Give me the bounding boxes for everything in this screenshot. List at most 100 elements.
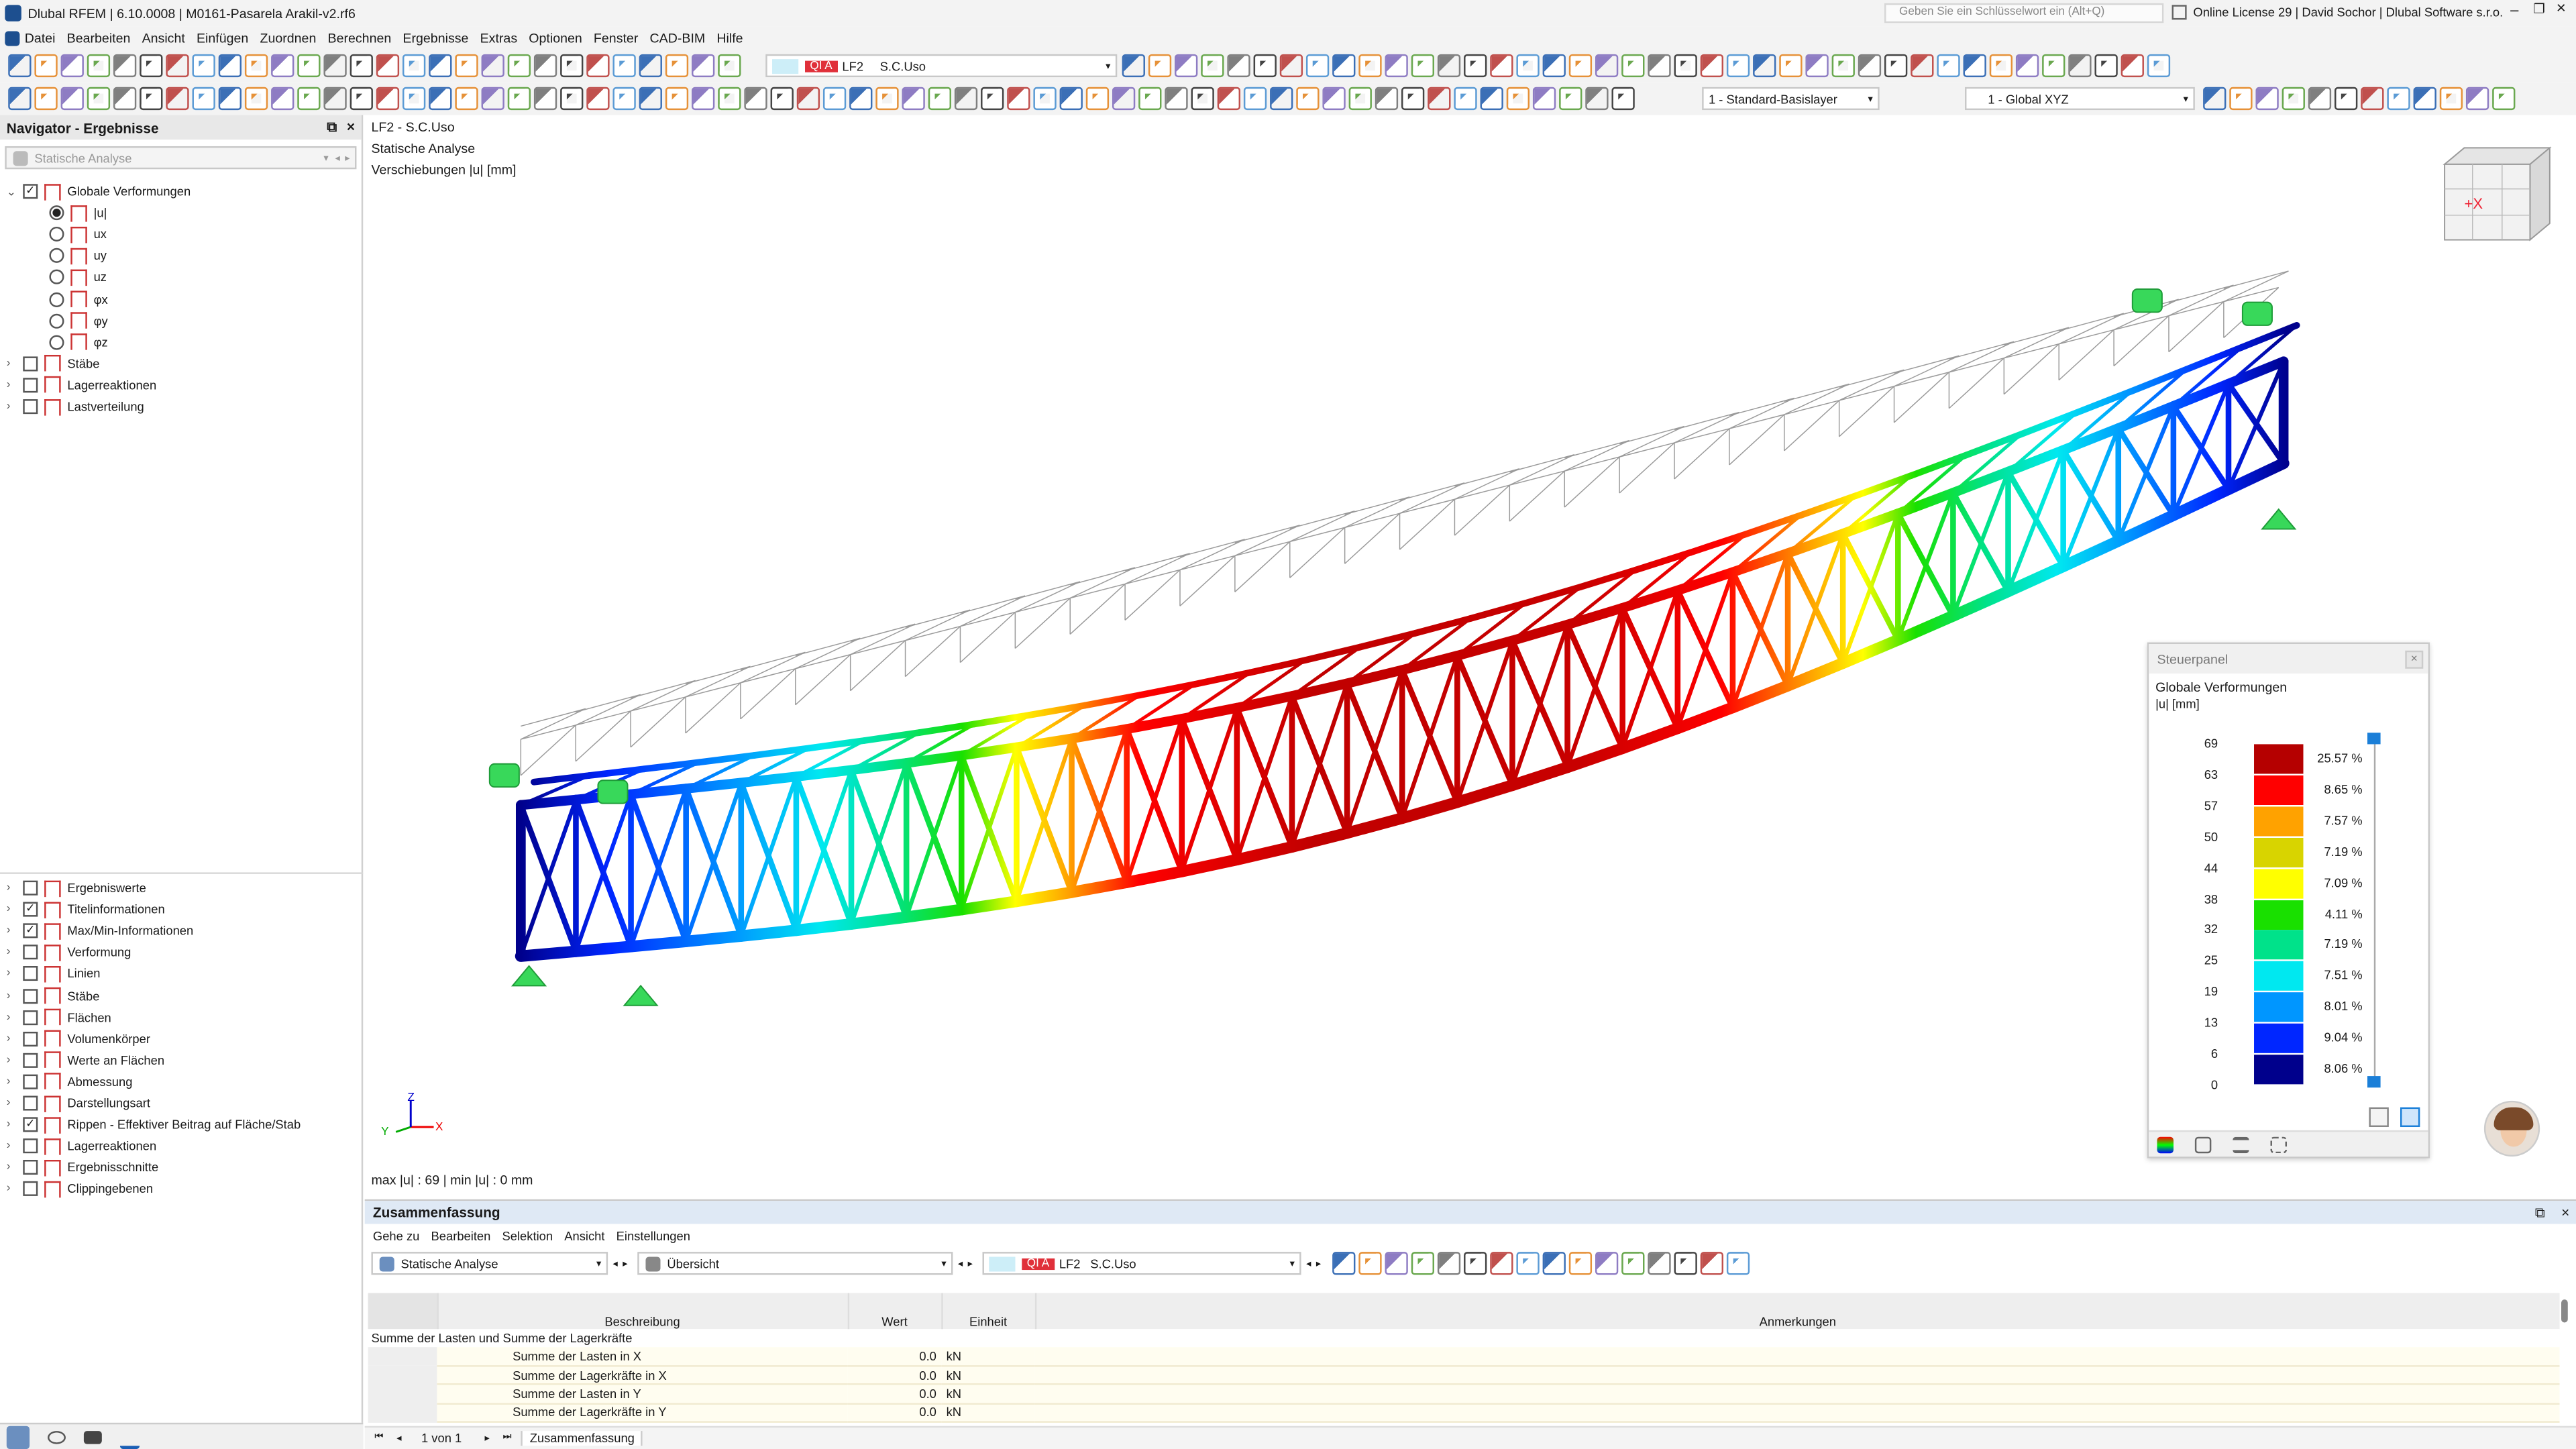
- tree-item-9-a[interactable]: › Lagerreaktionen: [7, 374, 156, 396]
- chevron-right-icon[interactable]: ›: [7, 1140, 20, 1152]
- toolbar2-button-25[interactable]: [639, 87, 662, 111]
- toolbar1b-button-33[interactable]: [1963, 54, 1986, 78]
- toolbar2-button-46[interactable]: [1191, 87, 1214, 111]
- minimize-button[interactable]: –: [2510, 1, 2518, 17]
- column-header-value[interactable]: Wert: [847, 1293, 943, 1330]
- toolbar2-button-27[interactable]: [692, 87, 715, 111]
- toolbar1-button-25[interactable]: [639, 54, 662, 78]
- summary-toolbar-button-10[interactable]: [1569, 1252, 1593, 1275]
- tree-item-0-b[interactable]: › Ergebniswerte: [7, 877, 146, 899]
- tree-item-6-b[interactable]: › Flächen: [7, 1006, 111, 1028]
- toolbar1b-button-28[interactable]: [1831, 54, 1855, 78]
- menu-app-icon[interactable]: [5, 30, 20, 46]
- toolbar1b-button-39[interactable]: [2121, 54, 2144, 78]
- toolbar1-button-5[interactable]: [113, 54, 137, 78]
- summary-toolbar-button-3[interactable]: [1385, 1252, 1409, 1275]
- toolbar2-button-54[interactable]: [1401, 87, 1425, 111]
- tree-item-5-b[interactable]: › Stäbe: [7, 985, 99, 1006]
- summary-toolbar-button-1[interactable]: [1332, 1252, 1356, 1275]
- summary-lc-select[interactable]: QI A LF2 S.C.Uso ▾: [982, 1252, 1301, 1275]
- checkbox[interactable]: ✓: [23, 184, 38, 199]
- tree-item-10-a[interactable]: › Lastverteilung: [7, 396, 144, 417]
- summary-toolbar-button-6[interactable]: [1464, 1252, 1487, 1275]
- toolbar1-button-27[interactable]: [692, 54, 715, 78]
- checkbox[interactable]: [23, 1053, 38, 1068]
- toolbar2-button-8[interactable]: [192, 87, 215, 111]
- close-icon[interactable]: ×: [2561, 1204, 2569, 1220]
- toolbar1b-button-29[interactable]: [1858, 54, 1882, 78]
- summary-toolbar-button-12[interactable]: [1621, 1252, 1645, 1275]
- toolbar1-button-16[interactable]: [402, 54, 426, 78]
- radio-item-1-a[interactable]: |u|: [49, 202, 107, 223]
- toolbar1b-button-5[interactable]: [1227, 54, 1250, 78]
- toolbar1-button-1[interactable]: [8, 54, 32, 78]
- table-row[interactable]: Summe der Lagerkräfte in X 0.0 kN: [368, 1366, 2560, 1386]
- toolbar1-button-18[interactable]: [455, 54, 478, 78]
- toolbar1b-button-1[interactable]: [1122, 54, 1145, 78]
- chevron-right-icon[interactable]: ›: [7, 990, 20, 1002]
- radio-button[interactable]: [49, 227, 64, 242]
- chevron-right-icon[interactable]: ›: [7, 925, 20, 936]
- legend-color-band[interactable]: [2254, 961, 2304, 991]
- toolbar1-button-22[interactable]: [560, 54, 584, 78]
- toolbar1b-button-25[interactable]: [1753, 54, 1776, 78]
- toolbar1b-button-12[interactable]: [1411, 54, 1434, 78]
- maximize-button[interactable]: ❐: [2533, 1, 2545, 16]
- chevron-right-icon[interactable]: ›: [7, 947, 20, 958]
- toolbar2-button-9[interactable]: [218, 87, 242, 111]
- toolbar2-button-48[interactable]: [1243, 87, 1267, 111]
- toolbar2b-button-4[interactable]: [2282, 87, 2305, 111]
- summary-toolbar-button-2[interactable]: [1358, 1252, 1382, 1275]
- chevron-right-icon[interactable]: ›: [7, 1055, 20, 1066]
- toolbar1-button-7[interactable]: [166, 54, 189, 78]
- toolbar1b-button-34[interactable]: [1989, 54, 2013, 78]
- list-tab-icon[interactable]: [2233, 1136, 2249, 1152]
- toolbar2-button-41[interactable]: [1059, 87, 1083, 111]
- toolbar2-button-17[interactable]: [429, 87, 452, 111]
- summary-toolbar-button-5[interactable]: [1438, 1252, 1461, 1275]
- menu-einfuegen[interactable]: Einfügen: [197, 30, 248, 45]
- close-icon[interactable]: ×: [347, 118, 355, 134]
- summary-view-select[interactable]: Übersicht ▾: [637, 1252, 953, 1275]
- toolbar2-button-39[interactable]: [1007, 87, 1030, 111]
- chevron-right-icon[interactable]: ›: [7, 968, 20, 979]
- toolbar2-button-4[interactable]: [87, 87, 111, 111]
- toolbar1-button-21[interactable]: [533, 54, 557, 78]
- toolbar2b-button-8[interactable]: [2387, 87, 2410, 111]
- tree-item-3-b[interactable]: › Verformung: [7, 942, 131, 963]
- support-icon[interactable]: [623, 984, 659, 1006]
- summary-menu-gehe-zu[interactable]: Gehe zu: [373, 1228, 419, 1243]
- radio-item-2-a[interactable]: ux: [49, 224, 107, 246]
- toolbar1-button-20[interactable]: [507, 54, 531, 78]
- toolbar2-button-49[interactable]: [1270, 87, 1293, 111]
- checkbox[interactable]: ✓: [23, 902, 38, 917]
- toolbar1b-button-4[interactable]: [1201, 54, 1224, 78]
- next-arrow-icon[interactable]: ▸: [968, 1258, 973, 1269]
- legend-slider-bottom-handle[interactable]: [2367, 1076, 2381, 1088]
- tree-item-1-b[interactable]: › ✓ Titelinformationen: [7, 899, 165, 920]
- toolbar2-button-28[interactable]: [718, 87, 741, 111]
- toolbar2-button-7[interactable]: [166, 87, 189, 111]
- summary-toolbar-button-11[interactable]: [1595, 1252, 1619, 1275]
- toolbar2-button-42[interactable]: [1085, 87, 1110, 111]
- toolbar2-button-3[interactable]: [60, 87, 84, 111]
- checkbox[interactable]: [23, 1160, 38, 1175]
- checkbox[interactable]: [23, 356, 38, 371]
- toolbar2-button-24[interactable]: [612, 87, 636, 111]
- navigator-analysis-select[interactable]: Statische Analyse ▾ ◂ ▸: [5, 146, 357, 170]
- layer-select[interactable]: 1 - Standard-Basislayer ▾: [1702, 87, 1880, 111]
- toolbar2-button-40[interactable]: [1033, 87, 1057, 111]
- tree-item-8-b[interactable]: › Werte an Flächen: [7, 1049, 164, 1071]
- radio-button[interactable]: [49, 205, 64, 221]
- legend-color-band[interactable]: [2254, 806, 2304, 837]
- chevron-right-icon[interactable]: ›: [7, 1076, 20, 1087]
- toolbar1b-button-30[interactable]: [1884, 54, 1908, 78]
- prev-arrow-icon[interactable]: ◂: [335, 152, 340, 164]
- next-arrow-icon[interactable]: ▸: [623, 1258, 627, 1269]
- toolbar2-button-31[interactable]: [796, 87, 820, 111]
- toolbar1-button-10[interactable]: [244, 54, 268, 78]
- restore-icon[interactable]: ⧉: [2535, 1203, 2545, 1222]
- checkbox[interactable]: [23, 378, 38, 393]
- toolbar2-button-61[interactable]: [1585, 87, 1609, 111]
- toolbar1-button-28[interactable]: [718, 54, 741, 78]
